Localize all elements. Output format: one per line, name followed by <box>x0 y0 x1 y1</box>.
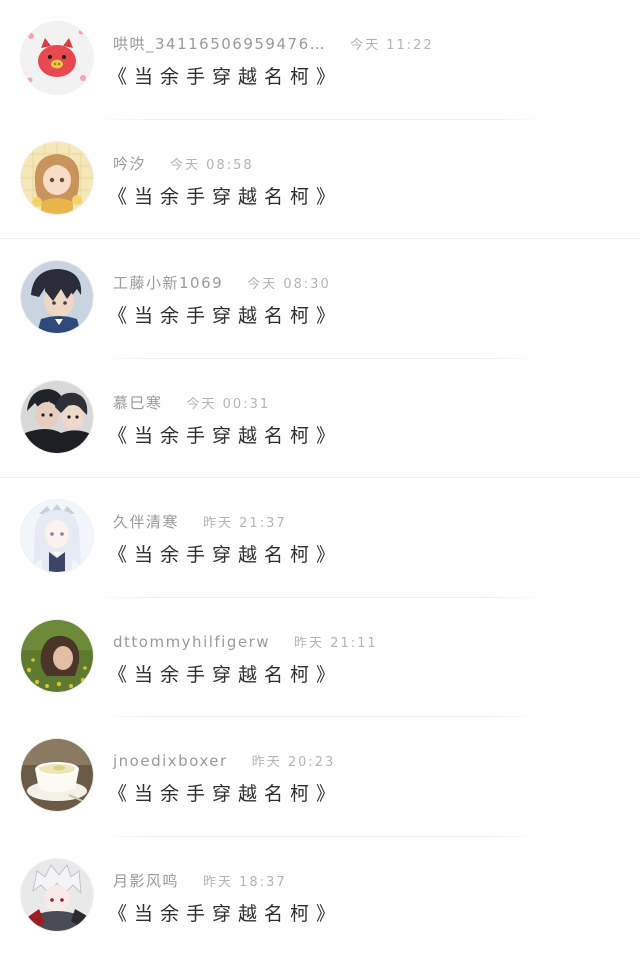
username[interactable]: 哄哄_34116506959476… <box>113 34 326 54</box>
comment-text: 《当余手穿越名柯》 <box>108 902 343 925</box>
white-hair-boy-avatar-icon <box>21 858 93 931</box>
comment-text: 《当余手穿越名柯》 <box>108 185 343 208</box>
avatar[interactable] <box>21 500 93 572</box>
comment-item-2[interactable]: 吟汐 今天 08:58 《当余手穿越名柯》 <box>0 120 640 239</box>
comment-item-8[interactable]: 月影风鸣 昨天 18:37 《当余手穿越名柯》 <box>0 837 640 956</box>
comment-text: 《当余手穿越名柯》 <box>108 305 343 327</box>
pudding-bowl-avatar-icon <box>21 739 93 811</box>
username[interactable]: 慕巳寒 <box>113 393 163 413</box>
timestamp: 昨天 18:37 <box>203 874 287 890</box>
comment-item-4[interactable]: 慕巳寒 今天 00:31 《当余手穿越名柯》 <box>0 359 640 478</box>
comment-item-1[interactable]: 哄哄_34116506959476… 今天 11:22 《当余手穿越名柯》 <box>0 0 640 120</box>
timestamp: 昨天 20:23 <box>251 755 336 770</box>
anime-boy-avatar-icon <box>21 261 93 333</box>
timestamp: 昨天 21:37 <box>203 516 287 531</box>
comment-text: 《当余手穿越名柯》 <box>108 66 343 88</box>
comment-item-5[interactable]: 久伴清寒 昨天 21:37 《当余手穿越名柯》 <box>0 478 640 598</box>
avatar[interactable] <box>21 141 93 214</box>
avatar[interactable] <box>21 380 93 453</box>
avatar[interactable] <box>21 739 93 811</box>
pink-pig-avatar-icon <box>21 22 93 94</box>
username[interactable]: 工藤小新1069 <box>113 273 223 293</box>
comment-text: 《当余手穿越名柯》 <box>108 424 343 447</box>
comment-item-6[interactable]: dttommyhilfigerw 昨天 21:11 《当余手穿越名柯》 <box>0 598 640 717</box>
username[interactable]: 久伴清寒 <box>113 512 179 532</box>
avatar[interactable] <box>21 261 93 333</box>
timestamp: 昨天 21:11 <box>294 635 378 651</box>
username[interactable]: 吟汐 <box>113 154 146 174</box>
comment-text: 《当余手穿越名柯》 <box>108 544 343 566</box>
username[interactable]: 月影风鸣 <box>113 871 179 891</box>
flower-field-photo-avatar-icon <box>21 619 93 692</box>
timestamp: 今天 11:22 <box>350 38 434 53</box>
avatar[interactable] <box>21 619 93 692</box>
comment-list: 哄哄_34116506959476… 今天 11:22 《当余手穿越名柯》 吟汐今… <box>0 0 640 956</box>
comment-item-7[interactable]: jnoedixboxer 昨天 20:23 《当余手穿越名柯》 <box>0 717 640 837</box>
anime-couple-avatar-icon <box>21 380 93 453</box>
comment-text: 《当余手穿越名柯》 <box>108 663 343 686</box>
comment-text: 《当余手穿越名柯》 <box>108 783 343 805</box>
comment-item-3[interactable]: 工藤小新1069 今天 08:30 《当余手穿越名柯》 <box>0 239 640 359</box>
anime-girl-avatar-icon <box>21 141 93 214</box>
username[interactable]: dttommyhilfigerw <box>113 632 270 652</box>
white-hair-girl-avatar-icon <box>21 500 93 572</box>
timestamp: 今天 00:31 <box>186 396 271 412</box>
timestamp: 今天 08:30 <box>247 277 331 292</box>
avatar[interactable] <box>21 858 93 931</box>
avatar[interactable] <box>21 22 93 94</box>
username[interactable]: jnoedixboxer <box>113 751 228 771</box>
timestamp: 今天 08:58 <box>170 157 254 173</box>
